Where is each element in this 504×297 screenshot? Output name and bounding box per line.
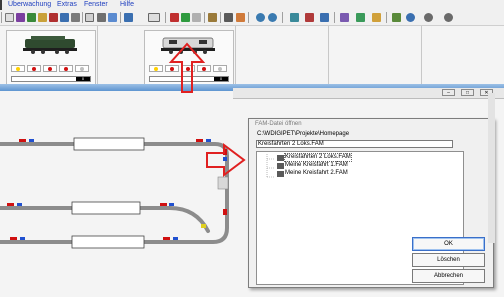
light-button[interactable] bbox=[11, 65, 25, 72]
toolbar-separator bbox=[282, 12, 283, 23]
speed-value: 0 bbox=[76, 77, 90, 81]
tool-icon[interactable] bbox=[356, 13, 365, 22]
loco-control-1[interactable]: 0 bbox=[6, 30, 96, 86]
signals bbox=[7, 139, 227, 240]
locomotive-image bbox=[23, 36, 77, 54]
tool-icon[interactable] bbox=[27, 13, 36, 22]
toolbar-separator bbox=[334, 12, 335, 23]
list-item[interactable]: Meine Kreisfahrt 2.FAM bbox=[285, 170, 348, 177]
tool-icon[interactable] bbox=[320, 13, 329, 22]
inner-window-titlebar: – □ ✕ bbox=[233, 88, 504, 99]
tool-icon[interactable] bbox=[16, 13, 25, 22]
toolbar-separator bbox=[82, 12, 83, 23]
window-icon[interactable] bbox=[85, 13, 94, 22]
tool-icon[interactable] bbox=[372, 13, 381, 22]
tool-icon[interactable] bbox=[224, 13, 233, 22]
current-path: C:\WDIGIPET\Projekte\Homepage bbox=[257, 131, 350, 137]
panel-divider bbox=[235, 26, 236, 84]
ok-button[interactable]: OK bbox=[412, 237, 485, 251]
list-item[interactable]: Meine Kreisfahrt 1.FAM bbox=[285, 162, 348, 169]
panel-divider bbox=[97, 26, 98, 84]
panel-divider bbox=[328, 26, 329, 84]
list-item[interactable]: Kreisfahrten 2 Loks.FAM bbox=[284, 153, 352, 162]
filename-input[interactable]: Kreisfahrten 2 Loks.FAM bbox=[256, 140, 453, 148]
vertical-scrollbar[interactable] bbox=[488, 93, 495, 243]
tool-icon[interactable] bbox=[236, 13, 245, 22]
dialog-title: FAM-Datei öffnen bbox=[255, 121, 302, 127]
loco-control-2[interactable]: 0 bbox=[144, 30, 234, 86]
menu-extras[interactable]: Extras bbox=[57, 0, 77, 10]
speed-slider[interactable]: 0 bbox=[149, 76, 229, 82]
toolbar bbox=[0, 10, 504, 26]
file-icon bbox=[277, 155, 284, 161]
tool-icon[interactable] bbox=[208, 13, 217, 22]
fam-open-button[interactable] bbox=[148, 13, 160, 22]
function-row bbox=[11, 65, 91, 72]
panel-divider bbox=[421, 26, 422, 84]
toolbar-separator bbox=[1, 12, 2, 23]
tool-icon[interactable] bbox=[60, 13, 69, 22]
toolbar-separator bbox=[165, 12, 166, 23]
tool-icon[interactable] bbox=[392, 13, 401, 22]
function-button[interactable] bbox=[59, 65, 73, 72]
tool-icon[interactable] bbox=[181, 13, 190, 22]
zoom-in-icon[interactable] bbox=[256, 13, 265, 22]
speed-slider[interactable]: 0 bbox=[11, 76, 91, 82]
function-row bbox=[149, 65, 229, 72]
toolbar-separator bbox=[248, 12, 249, 23]
menu-bar: Überwachung Extras Fenster Hilfe bbox=[0, 0, 504, 10]
tool-icon[interactable] bbox=[192, 13, 201, 22]
loco-panel: 0 0 bbox=[0, 26, 504, 86]
dropdown-icon[interactable] bbox=[444, 13, 453, 22]
tool-icon[interactable] bbox=[170, 13, 179, 22]
file-icon bbox=[277, 171, 284, 177]
tool-icon[interactable] bbox=[71, 13, 80, 22]
toolbar-separator bbox=[204, 12, 205, 23]
dropdown-icon[interactable] bbox=[424, 13, 433, 22]
tool-icon[interactable] bbox=[340, 13, 349, 22]
block-rectangles bbox=[71, 137, 145, 249]
fam-open-dialog: FAM-Datei öffnen C:\WDIGIPET\Projekte\Ho… bbox=[248, 118, 494, 288]
light-button[interactable] bbox=[149, 65, 163, 72]
checkbox-icon[interactable] bbox=[5, 13, 14, 22]
function-button[interactable] bbox=[213, 65, 227, 72]
maximize-icon[interactable]: □ bbox=[461, 89, 474, 96]
zoom-out-icon[interactable] bbox=[268, 13, 277, 22]
speed-value: 0 bbox=[214, 77, 228, 81]
menu-ueberwachung[interactable]: Überwachung bbox=[8, 0, 51, 10]
toolbar-separator bbox=[220, 12, 221, 23]
direction-button[interactable] bbox=[27, 65, 41, 72]
file-icon bbox=[277, 163, 284, 169]
menu-fragment-icon bbox=[0, 0, 2, 10]
tool-icon[interactable] bbox=[305, 13, 314, 22]
function-button[interactable] bbox=[181, 65, 195, 72]
tool-icon[interactable] bbox=[38, 13, 47, 22]
cancel-button[interactable]: Abbrechen bbox=[412, 269, 485, 283]
menu-hilfe[interactable]: Hilfe bbox=[120, 0, 134, 10]
direction-button[interactable] bbox=[165, 65, 179, 72]
delete-button[interactable]: Löschen bbox=[412, 253, 485, 267]
minimize-icon[interactable]: – bbox=[442, 89, 455, 96]
tool-icon[interactable] bbox=[124, 13, 133, 22]
function-button[interactable] bbox=[75, 65, 89, 72]
function-button[interactable] bbox=[197, 65, 211, 72]
tool-icon[interactable] bbox=[49, 13, 58, 22]
tool-icon[interactable] bbox=[97, 13, 106, 22]
toolbar-separator bbox=[386, 12, 387, 23]
locomotive-image bbox=[161, 37, 215, 54]
tool-icon[interactable] bbox=[290, 13, 299, 22]
menu-fenster[interactable]: Fenster bbox=[84, 0, 108, 10]
function-button[interactable] bbox=[43, 65, 57, 72]
toolbar-separator bbox=[120, 12, 121, 23]
magnifier-icon[interactable] bbox=[108, 13, 117, 22]
tool-icon[interactable] bbox=[406, 13, 415, 22]
